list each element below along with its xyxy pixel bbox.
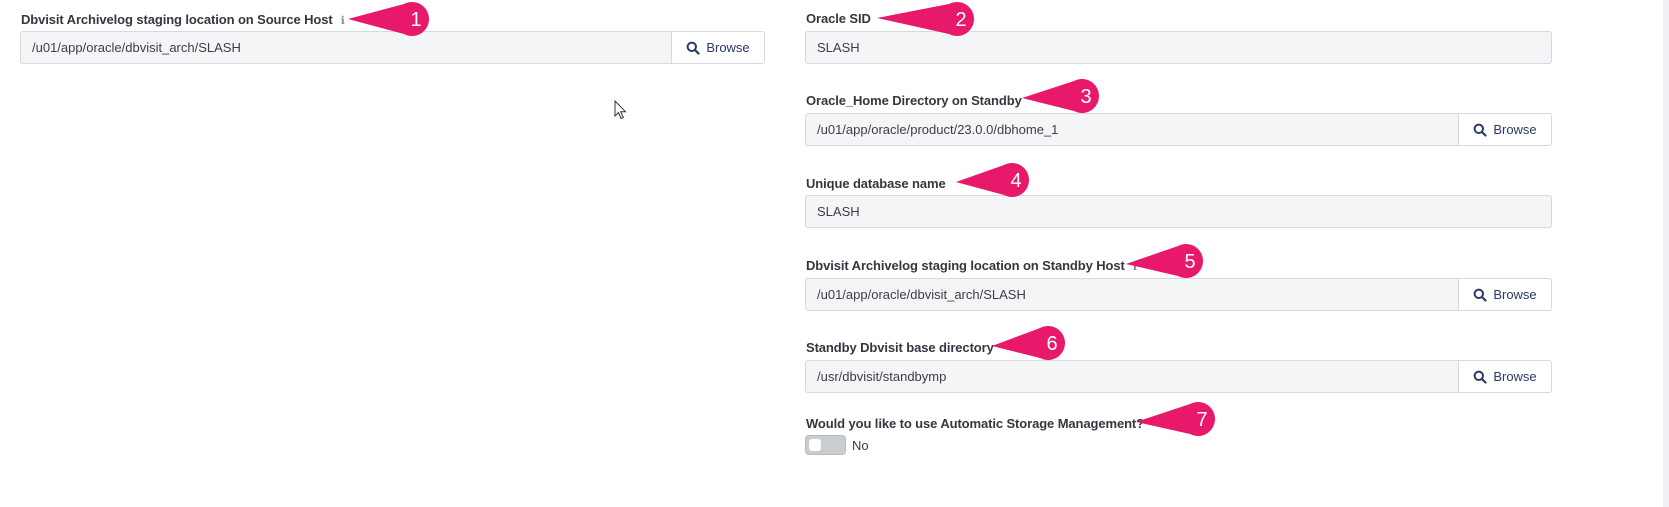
annotation-marker-6: 6 <box>990 325 1072 361</box>
standby-base-dir-field: /usr/dbvisit/standbymp Browse <box>805 360 1552 393</box>
unique-db-name-input[interactable]: SLASH <box>806 196 1551 227</box>
annotation-marker-4: 4 <box>954 162 1036 198</box>
info-icon[interactable]: ℹ <box>341 15 345 27</box>
archivelog-source-label: Dbvisit Archivelog staging location on S… <box>21 12 345 27</box>
archivelog-standby-browse-button[interactable]: Browse <box>1458 279 1551 310</box>
oracle-home-input[interactable]: /u01/app/oracle/product/23.0.0/dbhome_1 <box>806 114 1458 145</box>
browse-label: Browse <box>1493 287 1537 302</box>
marker-number: 7 <box>1196 409 1207 431</box>
oracle-home-label: Oracle_Home Directory on Standby <box>806 93 1022 108</box>
standby-base-dir-browse-button[interactable]: Browse <box>1458 361 1551 392</box>
annotation-marker-7: 7 <box>1134 401 1222 437</box>
browse-label: Browse <box>706 40 750 55</box>
search-icon <box>1473 370 1487 384</box>
marker-number: 6 <box>1046 333 1057 355</box>
marker-number: 2 <box>955 9 966 31</box>
oracle-home-browse-button[interactable]: Browse <box>1458 114 1551 145</box>
unique-db-name-field: SLASH <box>805 195 1552 228</box>
marker-number: 3 <box>1080 86 1091 108</box>
oracle-home-field: /u01/app/oracle/product/23.0.0/dbhome_1 … <box>805 113 1552 146</box>
standby-base-dir-input[interactable]: /usr/dbvisit/standbymp <box>806 361 1458 392</box>
mouse-cursor-icon <box>614 100 627 120</box>
archivelog-standby-input[interactable]: /u01/app/oracle/dbvisit_arch/SLASH <box>806 279 1458 310</box>
archivelog-standby-label: Dbvisit Archivelog staging location on S… <box>806 258 1137 273</box>
annotation-marker-1: 1 <box>346 1 436 37</box>
oracle-sid-label: Oracle SID <box>806 11 871 26</box>
annotation-marker-2: 2 <box>875 1 981 37</box>
search-icon <box>686 41 700 55</box>
asm-label: Would you like to use Automatic Storage … <box>806 416 1144 431</box>
search-icon <box>1473 123 1487 137</box>
asm-toggle-state: No <box>852 438 869 453</box>
browse-label: Browse <box>1493 369 1537 384</box>
toggle-knob <box>809 439 821 451</box>
browse-label: Browse <box>1493 122 1537 137</box>
asm-toggle[interactable] <box>805 435 846 455</box>
marker-number: 1 <box>410 9 421 31</box>
archivelog-source-browse-button[interactable]: Browse <box>671 32 764 63</box>
archivelog-standby-field: /u01/app/oracle/dbvisit_arch/SLASH Brows… <box>805 278 1552 311</box>
unique-db-name-label: Unique database name <box>806 176 946 191</box>
marker-number: 5 <box>1184 251 1195 273</box>
annotation-marker-3: 3 <box>1020 78 1106 114</box>
standby-base-dir-label: Standby Dbvisit base directory <box>806 340 994 355</box>
marker-number: 4 <box>1010 170 1021 192</box>
annotation-marker-5: 5 <box>1124 243 1210 279</box>
search-icon <box>1473 288 1487 302</box>
page-edge <box>1663 0 1669 507</box>
